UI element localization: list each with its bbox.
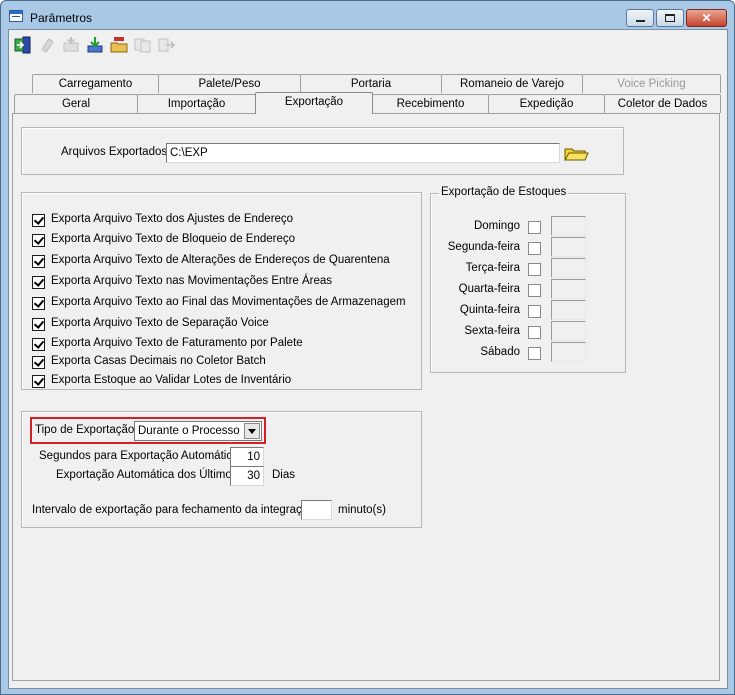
copy-icon xyxy=(134,38,151,53)
maximize-button[interactable] xyxy=(656,9,684,27)
close-icon: ✕ xyxy=(701,11,712,25)
export-option-checkbox[interactable] xyxy=(32,318,45,331)
copy-button[interactable] xyxy=(132,33,154,57)
export-files-group: Arquivos Exportados C:\EXP xyxy=(21,127,624,175)
auto-seconds-input[interactable]: 10 xyxy=(230,447,264,467)
tab-importacao[interactable]: Importação xyxy=(137,94,256,113)
day-label: Segunda-feira xyxy=(447,241,520,253)
day-time-input[interactable] xyxy=(551,321,586,341)
day-time-input[interactable] xyxy=(551,216,586,236)
tab-romaneio-de-varejo[interactable]: Romaneio de Varejo xyxy=(441,74,583,93)
open-folder-icon xyxy=(110,37,128,53)
export-option-checkbox[interactable] xyxy=(32,338,45,351)
day-checkbox[interactable] xyxy=(528,221,541,234)
tab-carregamento[interactable]: Carregamento xyxy=(32,74,159,93)
save-button[interactable] xyxy=(84,33,106,57)
app-window-icon xyxy=(9,10,23,22)
day-checkbox[interactable] xyxy=(528,305,541,318)
export-button[interactable] xyxy=(156,33,178,57)
add-record-icon xyxy=(63,37,79,52)
stock-export-group: Exportação de Estoques Domingo Segunda-fe… xyxy=(430,186,626,373)
tab-geral[interactable]: Geral xyxy=(14,94,138,113)
export-option-checkbox[interactable] xyxy=(32,276,45,289)
exportacao-tab-page: Arquivos Exportados C:\EXP Exporta Arqui… xyxy=(12,113,720,681)
export-option-label[interactable]: Exporta Arquivo Texto ao Final das Movim… xyxy=(51,296,406,308)
eraser-icon xyxy=(41,38,54,53)
day-time-input[interactable] xyxy=(551,279,586,299)
day-label: Sexta-feira xyxy=(464,325,520,337)
close-button[interactable]: ✕ xyxy=(686,9,727,27)
day-label: Quarta-feira xyxy=(458,283,520,295)
day-checkbox[interactable] xyxy=(528,326,541,339)
export-option-checkbox[interactable] xyxy=(32,255,45,268)
client-area: Carregamento Palete/Peso Portaria Romane… xyxy=(8,29,728,689)
chevron-down-icon[interactable] xyxy=(244,423,260,439)
browse-folder-button[interactable] xyxy=(563,143,589,163)
tab-exportacao[interactable]: Exportação xyxy=(255,92,373,114)
eraser-button[interactable] xyxy=(36,33,58,57)
day-checkbox[interactable] xyxy=(528,347,541,360)
stock-export-legend: Exportação de Estoques xyxy=(439,186,569,198)
export-files-path-input[interactable]: C:\EXP xyxy=(166,143,560,163)
export-settings-group: Tipo de Exportação Durante o Processo Se… xyxy=(21,411,422,528)
day-label: Quinta-feira xyxy=(459,304,520,316)
tab-expedicao[interactable]: Expedição xyxy=(488,94,605,113)
tab-portaria[interactable]: Portaria xyxy=(300,74,442,93)
day-label: Domingo xyxy=(473,220,520,232)
export-option-checkbox[interactable] xyxy=(32,297,45,310)
export-option-label[interactable]: Exporta Estoque ao Validar Lotes de Inve… xyxy=(51,374,291,386)
auto-days-label: Exportação Automática dos Últimos xyxy=(56,469,238,481)
export-option-checkbox[interactable] xyxy=(32,356,45,369)
export-option-label[interactable]: Exporta Arquivo Texto de Alterações de E… xyxy=(51,254,390,266)
day-checkbox[interactable] xyxy=(528,284,541,297)
export-options-group: Exporta Arquivo Texto dos Ajustes de End… xyxy=(21,192,422,390)
export-option-label[interactable]: Exporta Arquivo Texto de Separação Voice xyxy=(51,317,269,329)
export-option-checkbox[interactable] xyxy=(32,234,45,247)
export-option-label[interactable]: Exporta Arquivo Texto dos Ajustes de End… xyxy=(51,213,293,225)
open-button[interactable] xyxy=(108,33,130,57)
exit-button[interactable] xyxy=(12,33,34,57)
tab-palete-peso[interactable]: Palete/Peso xyxy=(158,74,301,93)
auto-days-input[interactable]: 30 xyxy=(230,466,264,486)
export-files-label: Arquivos Exportados xyxy=(61,146,168,158)
day-time-input[interactable] xyxy=(551,300,586,320)
export-type-select[interactable]: Durante o Processo xyxy=(134,421,262,441)
minimize-icon xyxy=(636,20,645,22)
tab-coletor-de-dados[interactable]: Coletor de Dados xyxy=(604,94,721,113)
export-arrow-icon xyxy=(158,38,176,52)
export-type-value: Durante o Processo xyxy=(138,425,240,437)
day-time-input[interactable] xyxy=(551,258,586,278)
tab-control: Carregamento Palete/Peso Portaria Romane… xyxy=(12,74,723,684)
auto-days-unit: Dias xyxy=(272,469,296,481)
maximize-icon xyxy=(665,14,675,22)
minimize-button[interactable] xyxy=(626,9,654,27)
day-label: Sábado xyxy=(480,346,520,358)
day-time-input[interactable] xyxy=(551,237,586,257)
export-option-label[interactable]: Exporta Arquivo Texto de Bloqueio de End… xyxy=(51,233,295,245)
save-download-icon xyxy=(87,37,103,53)
export-option-label[interactable]: Exporta Casas Decimais no Coletor Batch xyxy=(51,355,266,367)
tab-recebimento[interactable]: Recebimento xyxy=(372,94,489,113)
export-type-label: Tipo de Exportação xyxy=(35,424,135,436)
export-option-checkbox[interactable] xyxy=(32,375,45,388)
export-option-checkbox[interactable] xyxy=(32,214,45,227)
day-label: Terça-feira xyxy=(465,262,520,274)
day-time-input[interactable] xyxy=(551,342,586,362)
interval-input[interactable] xyxy=(301,500,332,520)
interval-unit: minuto(s) xyxy=(338,504,386,516)
export-option-label[interactable]: Exporta Arquivo Texto nas Movimentações … xyxy=(51,275,332,287)
tab-voice-picking[interactable]: Voice Picking xyxy=(582,74,721,93)
interval-label: Intervalo de exportação para fechamento … xyxy=(32,504,315,516)
toolbar xyxy=(9,30,729,64)
exit-door-icon xyxy=(14,36,31,54)
title-bar[interactable]: Parâmetros ✕ xyxy=(1,1,734,29)
window-title: Parâmetros xyxy=(30,11,93,25)
day-checkbox[interactable] xyxy=(528,242,541,255)
add-record-button[interactable] xyxy=(60,33,82,57)
folder-icon xyxy=(564,148,589,161)
auto-seconds-label: Segundos para Exportação Automática xyxy=(39,450,239,462)
day-checkbox[interactable] xyxy=(528,263,541,276)
export-option-label[interactable]: Exporta Arquivo Texto de Faturamento por… xyxy=(51,337,303,349)
parameters-window: Parâmetros ✕ Carregamento Palete/Peso Po… xyxy=(0,0,735,695)
